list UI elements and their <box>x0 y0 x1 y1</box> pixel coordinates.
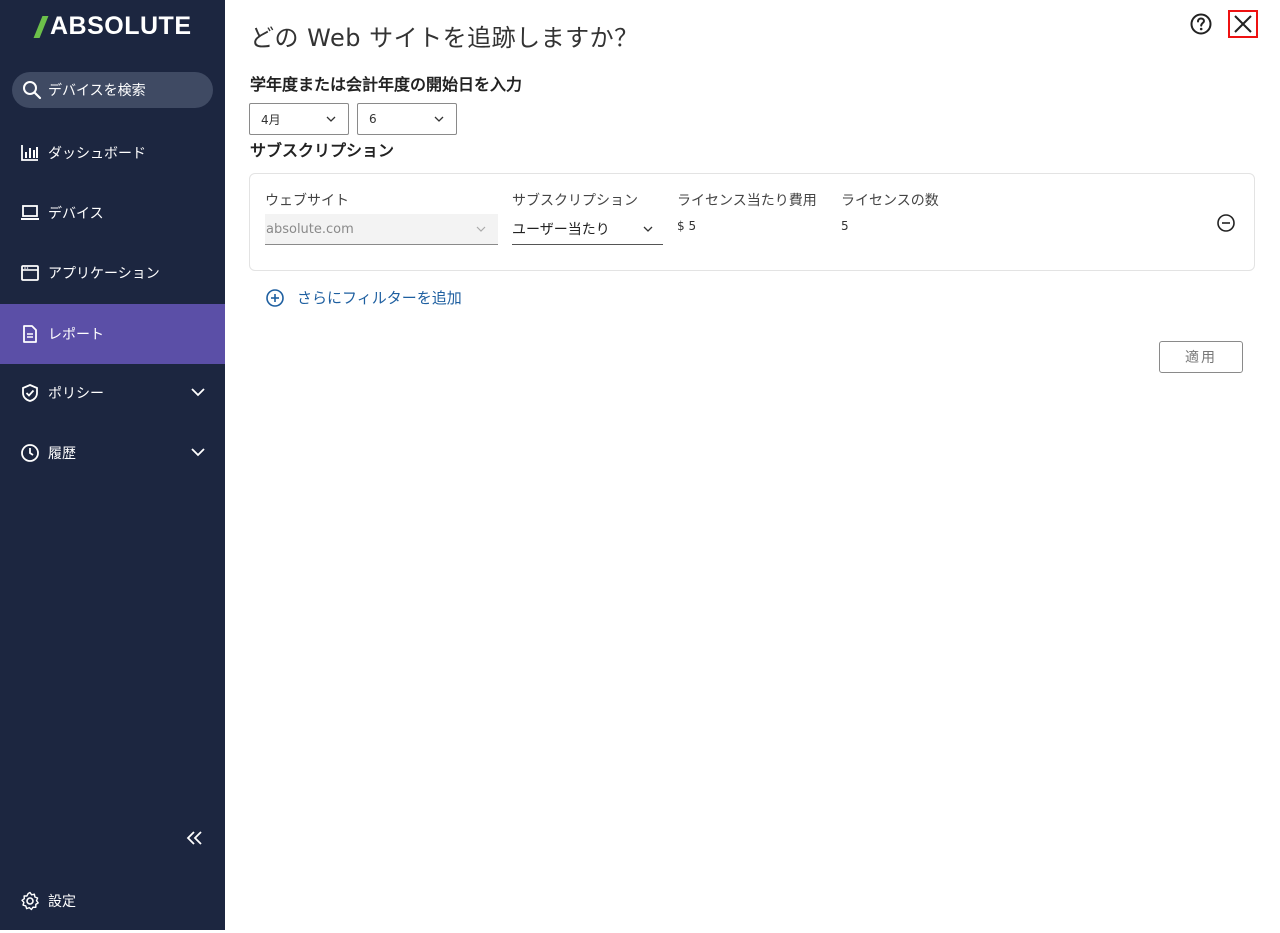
sidebar-item-label: ダッシュボード <box>48 146 146 162</box>
shield-check-icon <box>20 383 40 403</box>
day-value: 6 <box>369 112 377 126</box>
add-filter-label: さらにフィルターを追加 <box>297 289 462 307</box>
chevron-down-icon <box>643 226 653 232</box>
subscription-row-card: ウェブサイト サブスクリプション ライセンス当たり費用 ライセンスの数 abso… <box>249 173 1255 271</box>
count-column-label: ライセンスの数 <box>841 193 939 209</box>
clock-icon <box>20 443 40 463</box>
remove-row-icon[interactable] <box>1216 213 1236 233</box>
settings-label: 設定 <box>48 894 76 910</box>
sidebar-item-applications[interactable]: アプリケーション <box>0 243 225 303</box>
cost-column-label: ライセンス当たり費用 <box>677 193 817 209</box>
collapse-sidebar-icon[interactable] <box>185 828 205 848</box>
cost-per-license-value: $ 5 <box>677 219 697 233</box>
gear-icon <box>20 891 40 911</box>
search-icon <box>23 81 42 100</box>
bar-chart-icon <box>20 143 40 163</box>
sidebar-item-label: ポリシー <box>48 386 104 402</box>
sidebar-item-label: 履歴 <box>48 446 76 462</box>
website-column-label: ウェブサイト <box>265 193 349 209</box>
logo-text: ABSOLUTE <box>50 12 192 40</box>
sidebar-item-label: デバイス <box>48 206 104 222</box>
website-value: absolute.com <box>266 221 354 237</box>
month-value: 4月 <box>261 112 281 127</box>
chevron-down-icon <box>326 116 336 122</box>
subscriptions-heading: サブスクリプション <box>250 141 395 160</box>
website-select: absolute.com <box>265 214 498 245</box>
sidebar-item-devices[interactable]: デバイス <box>0 183 225 243</box>
app-window-icon <box>20 263 40 283</box>
sidebar-item-reports[interactable]: レポート <box>0 304 225 364</box>
chevron-down-icon <box>434 116 444 122</box>
sidebar-item-policies[interactable]: ポリシー <box>0 363 225 423</box>
chevron-down-icon <box>476 226 486 232</box>
month-select[interactable]: 4月 <box>249 103 349 135</box>
sidebar: ABSOLUTE デバイスを検索 ダッシュボード デバイス アプリケーション レ… <box>0 0 225 930</box>
subscription-column-label: サブスクリプション <box>512 193 638 209</box>
day-select[interactable]: 6 <box>357 103 457 135</box>
fiscal-start-label: 学年度または会計年度の開始日を入力 <box>250 75 523 94</box>
chevron-down-icon[interactable] <box>191 385 205 399</box>
apply-button[interactable]: 適用 <box>1159 341 1243 373</box>
search-placeholder: デバイスを検索 <box>48 83 146 99</box>
device-search-input[interactable]: デバイスを検索 <box>12 72 213 108</box>
close-button[interactable] <box>1228 10 1258 38</box>
absolute-logo[interactable]: ABSOLUTE <box>33 12 192 41</box>
laptop-icon <box>20 203 40 223</box>
sidebar-item-label: レポート <box>48 327 104 343</box>
sidebar-item-history[interactable]: 履歴 <box>0 423 225 483</box>
sidebar-item-label: アプリケーション <box>48 266 160 282</box>
add-filter-button[interactable]: さらにフィルターを追加 <box>265 287 462 308</box>
page-title: どの Web サイトを追跡しますか？ <box>250 24 639 52</box>
close-icon <box>1234 15 1252 33</box>
subscription-type-value: ユーザー当たり <box>512 222 610 238</box>
sidebar-item-settings[interactable]: 設定 <box>0 875 225 927</box>
help-icon[interactable] <box>1190 13 1212 35</box>
subscription-type-select[interactable]: ユーザー当たり <box>512 214 663 245</box>
sidebar-item-dashboard[interactable]: ダッシュボード <box>0 123 225 183</box>
document-icon <box>20 324 40 344</box>
logo-slash-icon <box>33 15 49 38</box>
chevron-down-icon[interactable] <box>191 445 205 459</box>
plus-circle-icon <box>266 288 284 307</box>
license-count-value: 5 <box>841 219 849 233</box>
